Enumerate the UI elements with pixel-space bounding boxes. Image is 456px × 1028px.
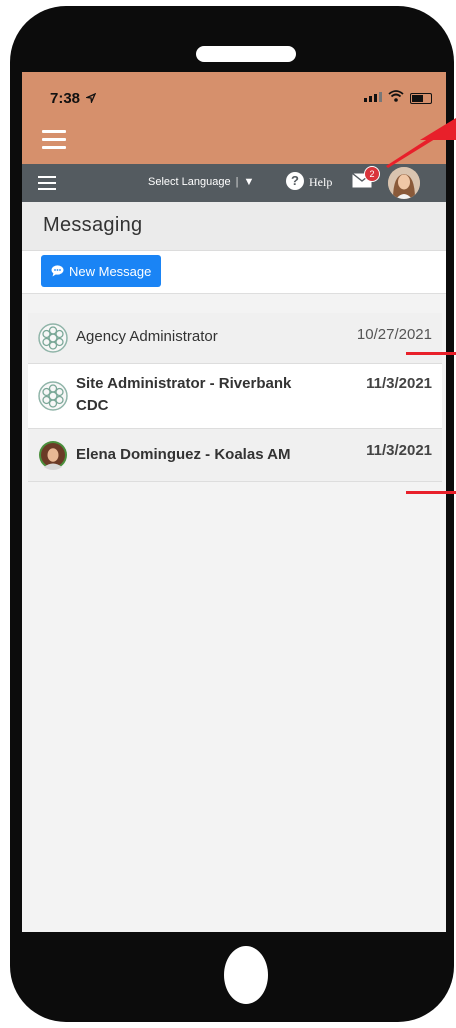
message-sender: Site Administrator - Riverbank CDC xyxy=(76,373,291,417)
message-sender-line1: Site Administrator - Riverbank xyxy=(76,375,292,392)
annotation-bracket xyxy=(406,352,456,494)
message-row[interactable]: Elena Dominguez - Koalas AM 11/3/2021 xyxy=(28,429,442,482)
agency-logo-icon xyxy=(38,381,68,411)
annotation-arrow xyxy=(386,118,456,168)
agency-logo-icon xyxy=(38,323,68,353)
message-sender: Agency Administrator xyxy=(76,328,218,345)
user-avatar xyxy=(39,441,67,470)
message-sender-line2: CDC xyxy=(76,397,109,414)
message-row[interactable]: Agency Administrator 10/27/2021 xyxy=(28,313,442,364)
home-button[interactable] xyxy=(224,946,268,1004)
message-row[interactable]: Site Administrator - Riverbank CDC 11/3/… xyxy=(28,364,442,429)
message-sender: Elena Dominguez - Koalas AM xyxy=(76,446,291,463)
chat-bubble-icon xyxy=(51,265,64,277)
message-list: Agency Administrator 10/27/2021 Site Adm… xyxy=(28,313,442,482)
new-message-label: New Message xyxy=(69,263,152,279)
message-date: 10/27/2021 xyxy=(356,326,432,343)
